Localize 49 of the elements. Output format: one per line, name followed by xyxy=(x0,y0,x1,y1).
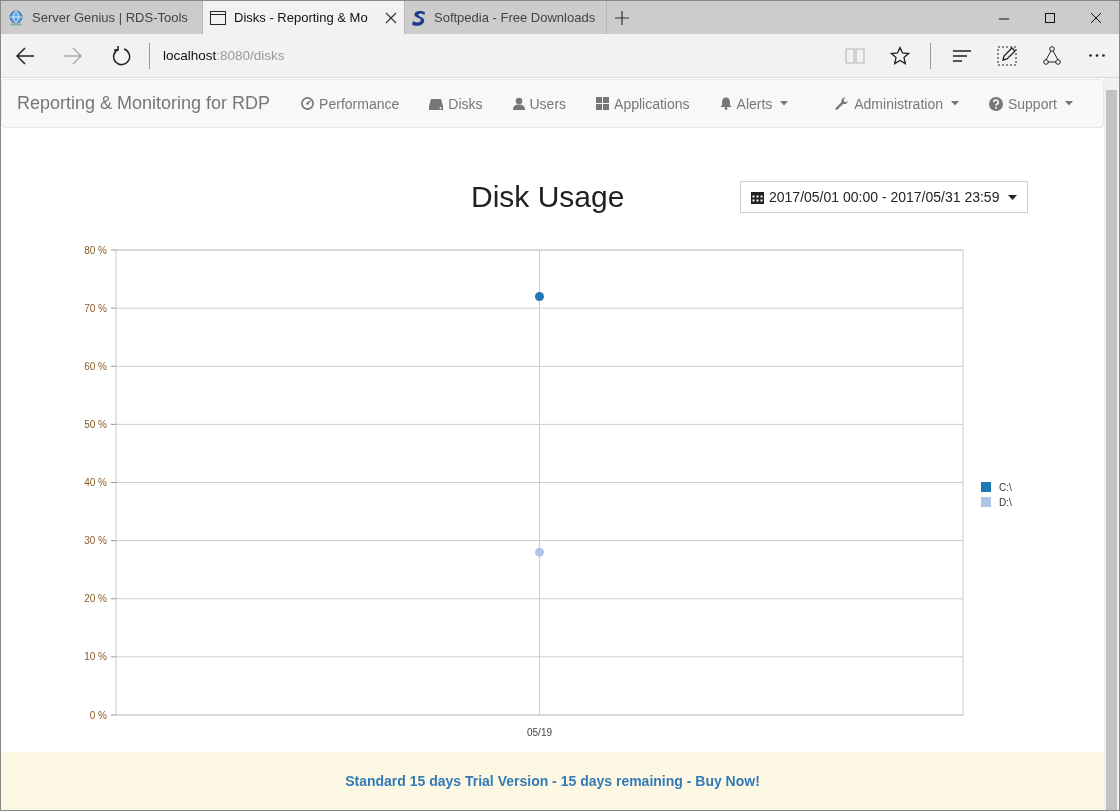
gauge-icon xyxy=(301,97,315,110)
browser-tab[interactable]: Disks - Reporting & Mo xyxy=(203,1,405,34)
brand-title[interactable]: Reporting & Monitoring for RDP xyxy=(17,93,271,114)
user-icon xyxy=(512,97,525,110)
bell-icon xyxy=(719,97,732,110)
y-tick-label: 20 % xyxy=(84,593,107,605)
legend-label: D:\ xyxy=(999,497,1012,508)
nav-item[interactable]: Administration xyxy=(820,79,974,128)
calendar-icon xyxy=(751,190,764,204)
y-tick-label: 70 % xyxy=(84,302,107,314)
nav-item[interactable]: Support xyxy=(973,79,1088,128)
nav-item[interactable]: Alerts xyxy=(704,79,804,128)
y-tick-label: 10 % xyxy=(84,651,107,663)
x-tick-label: 05/19 xyxy=(527,727,552,738)
hard-drive-icon xyxy=(429,97,444,110)
arrow-right-icon xyxy=(63,45,83,66)
book-icon xyxy=(844,45,865,66)
date-range-picker[interactable]: 2017/05/01 00:00 - 2017/05/31 23:59 xyxy=(740,181,1029,213)
refresh-icon xyxy=(111,45,131,66)
y-tick-label: 30 % xyxy=(84,535,107,547)
legend-label: C:\ xyxy=(999,482,1012,493)
maximize-icon xyxy=(1045,12,1055,23)
scrollbar[interactable] xyxy=(1104,78,1119,810)
nav-item[interactable]: Applications xyxy=(581,79,705,128)
caret-icon xyxy=(1008,194,1018,200)
close-icon xyxy=(1091,12,1101,23)
window-icon xyxy=(210,10,226,25)
trial-link[interactable]: Standard 15 days Trial Version - 15 days remaining - Buy Now! xyxy=(345,773,760,789)
more-icon xyxy=(1088,54,1105,57)
site-logo-icon xyxy=(412,9,426,26)
globe-icon xyxy=(8,9,24,26)
grid-icon xyxy=(596,97,610,110)
help-icon xyxy=(988,96,1003,111)
arrow-left-icon xyxy=(15,45,35,66)
y-tick-label: 80 % xyxy=(84,244,107,256)
y-tick-label: 50 % xyxy=(84,418,107,430)
nav-item[interactable]: Disks xyxy=(414,79,498,128)
nav-item[interactable]: Performance xyxy=(286,79,415,128)
y-tick-label: 0 % xyxy=(89,709,107,721)
pen-box-icon xyxy=(996,45,1017,66)
address-field[interactable]: localhost:8080/disks xyxy=(163,48,285,63)
page-title: Disk Usage xyxy=(471,180,625,214)
star-icon xyxy=(889,45,910,66)
nav-item[interactable]: Users xyxy=(497,79,582,128)
plus-icon xyxy=(615,10,629,25)
y-tick-label: 60 % xyxy=(84,360,107,372)
y-tick-label: 40 % xyxy=(84,477,107,488)
share-icon xyxy=(1041,45,1062,66)
wrench-icon xyxy=(835,96,850,111)
